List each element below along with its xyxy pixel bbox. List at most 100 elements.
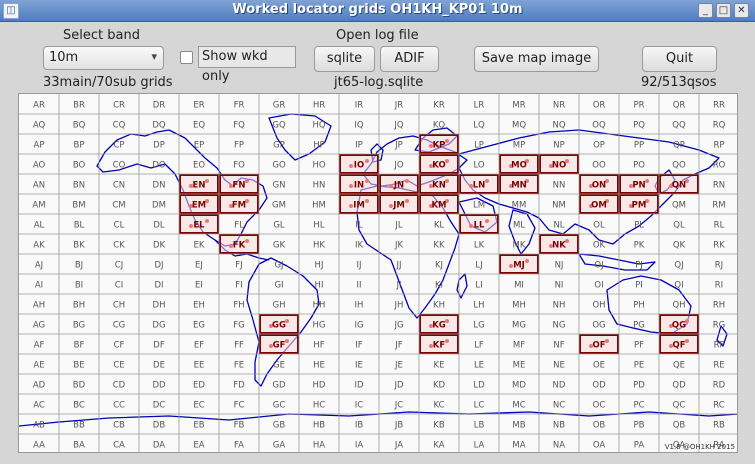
grid-label-fn: FN — [233, 181, 246, 191]
grid-label-mr: MR — [512, 101, 525, 111]
grid-label-km: KM — [431, 201, 446, 211]
grid-label-jo: JO — [393, 161, 404, 171]
adif-button[interactable]: ADIF — [380, 46, 439, 72]
grid-label-bo: BO — [73, 161, 86, 171]
minimize-button[interactable]: _ — [698, 3, 713, 18]
grid-label-dj: DJ — [154, 261, 163, 271]
grid-label-mi: MI — [514, 281, 524, 291]
grid-label-fh: FH — [233, 301, 244, 311]
grid-label-ol: OL — [593, 221, 605, 231]
grid-label-pg: PG — [633, 321, 645, 331]
grid-label-gc: GC — [273, 401, 286, 411]
grid-label-qf: QF — [672, 341, 685, 351]
grid-label-rb: RB — [713, 421, 725, 431]
grid-label-og: OG — [592, 321, 605, 331]
grid-label-fm: FM — [232, 201, 246, 211]
grid-label-di: DI — [154, 281, 163, 291]
grid-label-an: AN — [33, 181, 45, 191]
sqlite-button[interactable]: sqlite — [314, 46, 375, 72]
grid-label-fd: FD — [233, 381, 245, 391]
grid-label-dc: DC — [153, 401, 166, 411]
grid-label-qb: QB — [673, 421, 686, 431]
grid-label-lo: LO — [473, 161, 484, 171]
band-select-value: 10m — [49, 50, 79, 65]
grid-label-qr: QR — [673, 101, 686, 111]
grid-label-iq: IQ — [354, 121, 364, 131]
log-filename: jt65-log.sqlite — [334, 75, 424, 90]
grid-label-jp: JP — [394, 141, 403, 151]
grid-label-ei: EI — [195, 281, 203, 291]
grid-label-jg: JG — [393, 321, 403, 331]
grid-label-jd: JD — [393, 381, 404, 391]
grid-label-lk: LK — [474, 241, 485, 251]
grid-label-mg: MG — [512, 321, 526, 331]
show-wkd-only-label[interactable]: Show wkd only — [198, 46, 296, 84]
grid-label-jj: JJ — [395, 261, 401, 271]
grid-label-ql: QL — [673, 221, 685, 231]
grid-label-mk: MK — [513, 241, 526, 251]
show-wkd-only-checkbox[interactable] — [180, 51, 193, 64]
grid-label-qi: QI — [674, 281, 683, 291]
grid-label-am: AM — [32, 201, 45, 211]
grid-label-hr: HR — [313, 101, 325, 111]
grid-label-ig: IG — [354, 321, 363, 331]
grid-label-me: ME — [513, 361, 526, 371]
grid-label-op: OP — [593, 141, 605, 151]
open-log-label: Open log file — [336, 28, 419, 43]
grid-label-ad: AD — [33, 381, 46, 391]
grid-label-mh: MH — [512, 301, 526, 311]
grid-label-kr: KR — [433, 101, 445, 111]
grid-label-ib: IB — [355, 421, 364, 431]
grid-label-fi: FI — [235, 281, 242, 291]
grid-label-rk: RK — [713, 241, 725, 251]
grid-label-rg: RG — [713, 321, 726, 331]
close-button[interactable]: ✕ — [734, 3, 749, 18]
grid-label-ci: CI — [115, 281, 123, 291]
grid-label-pa: PA — [634, 441, 645, 451]
grid-label-ee: EE — [194, 361, 205, 371]
grid-label-ea: EA — [193, 441, 204, 451]
grid-label-be: BE — [73, 361, 84, 371]
grid-label-ob: OB — [593, 421, 606, 431]
grid-label-fq: FQ — [233, 121, 245, 131]
grid-label-la: LA — [474, 441, 485, 451]
grid-label-np: NP — [553, 141, 564, 151]
grid-label-kk: KK — [433, 241, 445, 251]
grid-label-nc: NC — [553, 401, 565, 411]
grid-label-ep: EP — [194, 141, 205, 151]
grid-label-mb: MB — [512, 421, 525, 431]
grid-label-em: EM — [192, 201, 206, 211]
grid-label-qd: QD — [672, 381, 686, 391]
grid-label-dl: DL — [153, 221, 165, 231]
grid-label-hf: HF — [313, 341, 324, 351]
grid-label-ij: IJ — [356, 261, 361, 271]
grid-label-bf: BF — [74, 341, 85, 351]
grid-label-ag: AG — [33, 321, 45, 331]
grid-label-bh: BH — [73, 301, 85, 311]
grid-label-ik: IK — [355, 241, 364, 251]
locator-map[interactable]: AR BR CR DR ER FR GR HR IR JR KR LR MR NR OR PR QR RR AQ BQ… — [18, 93, 738, 453]
grid-label-gl: GL — [273, 221, 285, 231]
grid-label-nd: ND — [553, 381, 566, 391]
grid-label-cg: CG — [113, 321, 126, 331]
title-bar: ◫ Worked locator grids OH1KH_KP01 10m _ … — [0, 0, 755, 22]
grid-label-kf: KF — [433, 341, 446, 351]
grid-label-cd: CD — [113, 381, 126, 391]
grid-label-gj: GJ — [274, 261, 283, 271]
grid-label-pc: PC — [633, 401, 644, 411]
grid-label-cj: CJ — [115, 261, 123, 271]
grid-label-nm: NM — [552, 201, 566, 211]
band-select[interactable]: 10m ▾ — [43, 46, 164, 70]
grid-label-gk: GK — [273, 241, 286, 251]
grid-label-cc: CC — [113, 401, 125, 411]
grid-label-dd: DD — [152, 381, 166, 391]
grid-label-fk: FK — [233, 241, 246, 251]
grid-label-aj: AJ — [35, 261, 43, 271]
grid-label-oo: OO — [592, 161, 606, 171]
save-map-image-button[interactable]: Save map image — [474, 46, 599, 72]
maximize-button[interactable]: □ — [716, 3, 731, 18]
grid-label-dq: DQ — [152, 121, 166, 131]
grid-label-ef: EF — [194, 341, 204, 351]
grid-label-pn: PN — [632, 181, 645, 191]
quit-button[interactable]: Quit — [642, 46, 717, 72]
